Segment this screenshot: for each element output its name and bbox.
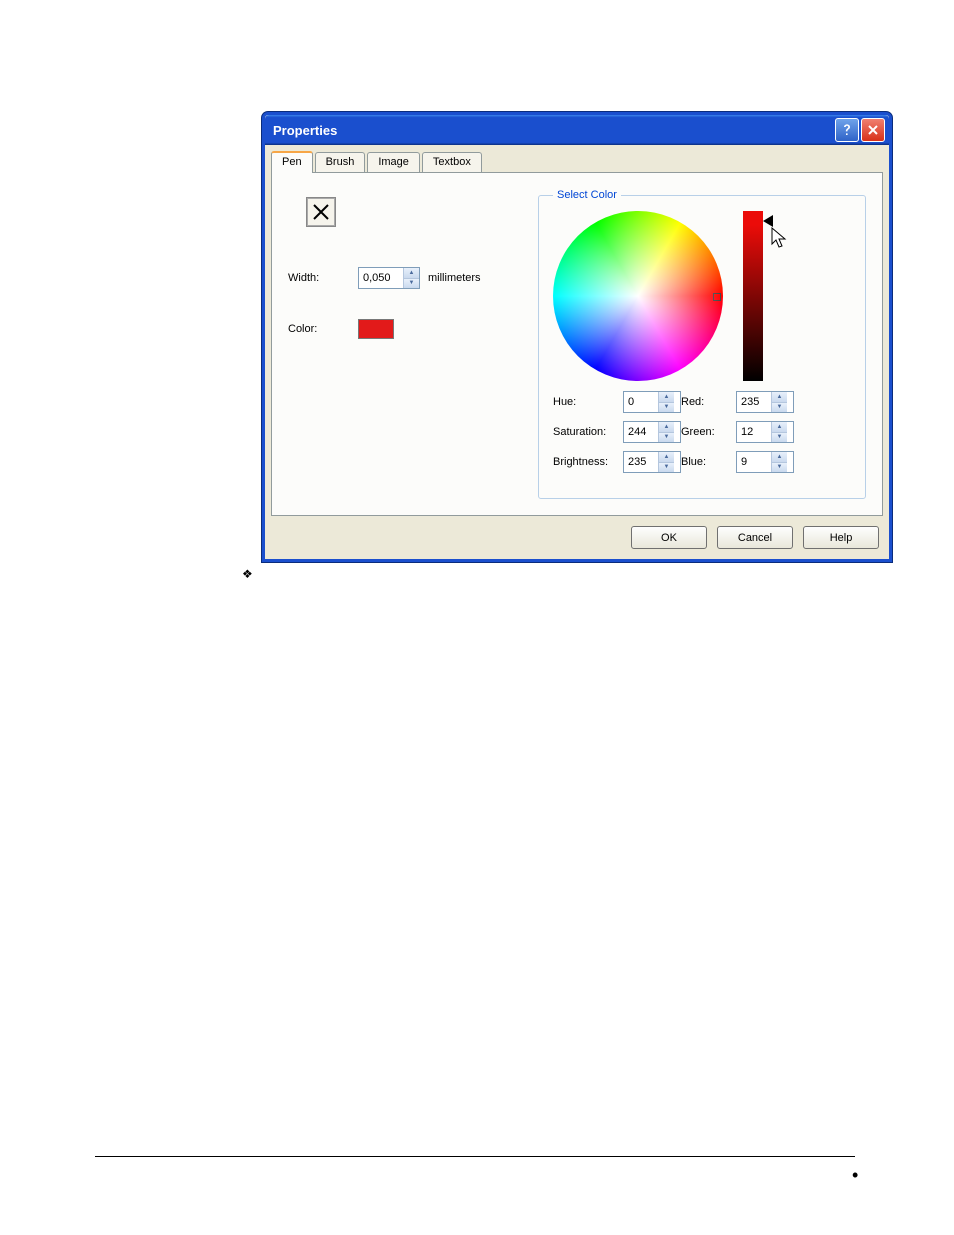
titlebar-button-group xyxy=(835,118,885,142)
hue-input[interactable] xyxy=(624,392,658,412)
width-spin-down[interactable]: ▼ xyxy=(404,278,419,289)
sat-spin-up[interactable]: ▲ xyxy=(659,422,674,432)
width-spinner: ▲ ▼ xyxy=(403,268,419,288)
green-spin-down[interactable]: ▼ xyxy=(772,432,787,443)
green-spin-up[interactable]: ▲ xyxy=(772,422,787,432)
help-button[interactable]: Help xyxy=(803,526,879,549)
green-label: Green: xyxy=(681,426,736,438)
saturation-label: Saturation: xyxy=(553,426,623,438)
blue-spin-up[interactable]: ▲ xyxy=(772,452,787,462)
width-spin-up[interactable]: ▲ xyxy=(404,268,419,278)
tab-image[interactable]: Image xyxy=(367,152,420,174)
saturation-input-wrapper: ▲▼ xyxy=(623,421,681,443)
brightness-slider-icon[interactable] xyxy=(763,215,773,227)
tabstrip: Pen Brush Image Textbox xyxy=(271,151,883,173)
hue-spin-down[interactable]: ▼ xyxy=(659,402,674,413)
cursor-icon xyxy=(771,227,791,251)
red-spin-up[interactable]: ▲ xyxy=(772,392,787,402)
width-input-wrapper: ▲ ▼ xyxy=(358,267,420,289)
green-input-wrapper: ▲▼ xyxy=(736,421,794,443)
color-label: Color: xyxy=(288,323,358,335)
bullet-icon: ❖ xyxy=(242,567,253,581)
red-label: Red: xyxy=(681,396,736,408)
cancel-button[interactable]: Cancel xyxy=(717,526,793,549)
width-label: Width: xyxy=(288,272,358,284)
red-input[interactable] xyxy=(737,392,771,412)
color-wheel[interactable] xyxy=(553,211,723,381)
help-titlebar-button[interactable] xyxy=(835,118,859,142)
no-pen-button[interactable] xyxy=(306,197,336,227)
dialog-title: Properties xyxy=(273,123,337,138)
sat-spin-down[interactable]: ▼ xyxy=(659,432,674,443)
red-spin-down[interactable]: ▼ xyxy=(772,402,787,413)
color-row: Color: xyxy=(288,319,538,339)
picker-row xyxy=(553,211,851,381)
width-row: Width: ▲ ▼ millimeters xyxy=(288,267,538,289)
wheel-marker[interactable] xyxy=(713,293,721,301)
x-icon xyxy=(312,203,330,221)
question-icon xyxy=(841,123,853,137)
select-color-legend: Select Color xyxy=(553,189,621,201)
hue-input-wrapper: ▲▼ xyxy=(623,391,681,413)
green-input[interactable] xyxy=(737,422,771,442)
hue-label: Hue: xyxy=(553,396,623,408)
blue-input-wrapper: ▲▼ xyxy=(736,451,794,473)
horizontal-rule xyxy=(95,1156,855,1157)
close-icon xyxy=(867,124,879,136)
tab-pen[interactable]: Pen xyxy=(271,151,313,173)
select-color-group: Select Color Hue: xyxy=(538,189,866,499)
brightness-input[interactable] xyxy=(624,452,658,472)
blue-label: Blue: xyxy=(681,456,736,468)
properties-dialog: Properties Pen Brush Image Textbox xyxy=(262,112,892,562)
tab-brush[interactable]: Brush xyxy=(315,152,366,174)
color-swatch[interactable] xyxy=(358,319,394,339)
width-input[interactable] xyxy=(359,268,403,288)
color-value-grid: Hue: ▲▼ Red: ▲▼ Saturation: ▲▼ xyxy=(553,391,851,473)
bri-spin-up[interactable]: ▲ xyxy=(659,452,674,462)
titlebar[interactable]: Properties xyxy=(265,115,889,145)
ok-button[interactable]: OK xyxy=(631,526,707,549)
pen-settings-column: Width: ▲ ▼ millimeters Color: xyxy=(288,189,538,499)
tab-textbox[interactable]: Textbox xyxy=(422,152,482,174)
blue-spin-down[interactable]: ▼ xyxy=(772,462,787,473)
saturation-input[interactable] xyxy=(624,422,658,442)
blue-input[interactable] xyxy=(737,452,771,472)
hue-spin-up[interactable]: ▲ xyxy=(659,392,674,402)
dialog-footer: OK Cancel Help xyxy=(271,516,883,553)
brightness-bar[interactable] xyxy=(743,211,763,381)
dialog-body: Pen Brush Image Textbox Width: ▲ xyxy=(265,145,889,559)
bri-spin-down[interactable]: ▼ xyxy=(659,462,674,473)
tabpanel-pen: Width: ▲ ▼ millimeters Color: xyxy=(271,172,883,516)
brightness-label: Brightness: xyxy=(553,456,623,468)
brightness-input-wrapper: ▲▼ xyxy=(623,451,681,473)
close-titlebar-button[interactable] xyxy=(861,118,885,142)
width-unit: millimeters xyxy=(428,272,481,284)
page-dot-icon: • xyxy=(852,1165,858,1186)
red-input-wrapper: ▲▼ xyxy=(736,391,794,413)
